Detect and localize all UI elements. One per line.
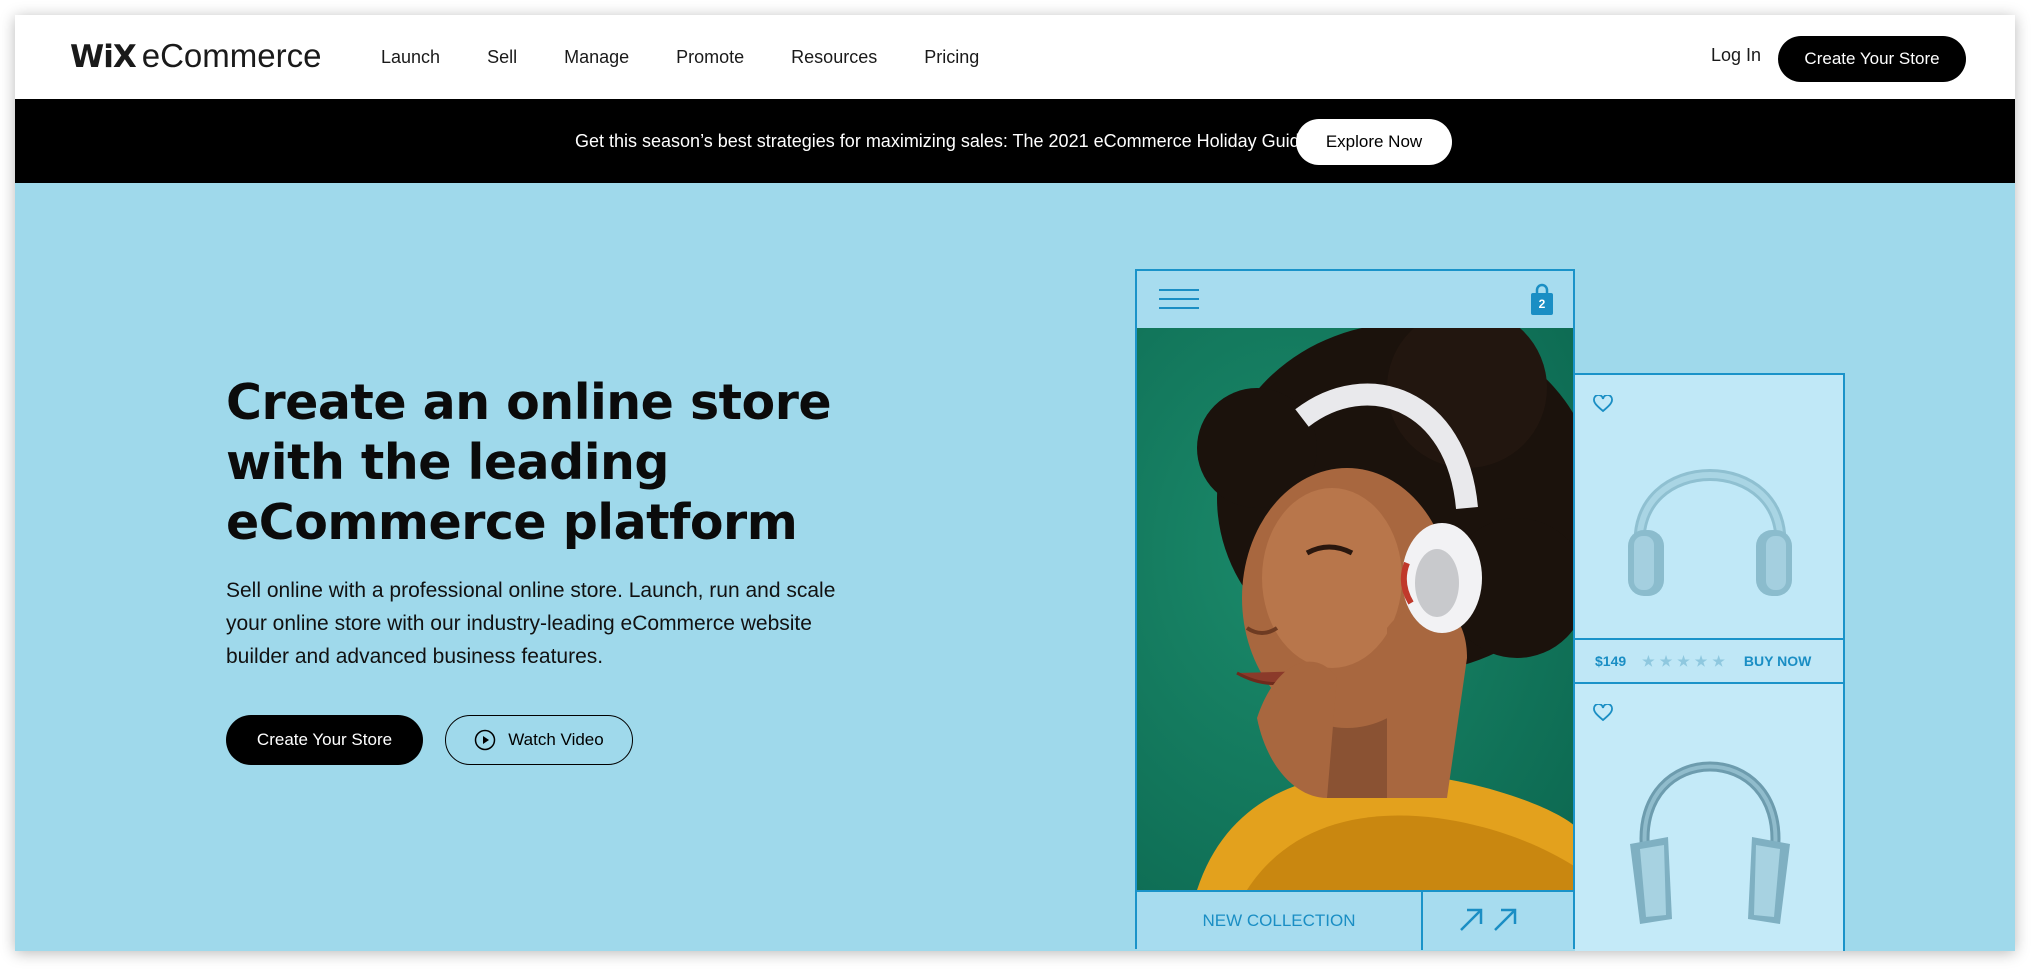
- mockup-bottom-bar: NEW COLLECTION: [1137, 890, 1573, 950]
- cart-count: 2: [1538, 297, 1546, 311]
- watch-video-button[interactable]: Watch Video: [445, 715, 633, 765]
- banner-text: Get this season’s best strategies for ma…: [575, 131, 1315, 151]
- nav-item-manage[interactable]: Manage: [564, 47, 629, 68]
- nav-item-sell[interactable]: Sell: [487, 47, 517, 68]
- heart-icon[interactable]: [1593, 395, 1613, 413]
- hero-subtitle: Sell online with a professional online s…: [226, 579, 836, 668]
- play-icon: [475, 729, 496, 751]
- main-nav: Launch Sell Manage Promote Resources Pri…: [381, 15, 1026, 99]
- nav-item-resources[interactable]: Resources: [791, 47, 877, 68]
- header-create-store-button[interactable]: Create Your Store: [1778, 36, 1966, 82]
- heart-icon[interactable]: [1593, 704, 1613, 722]
- mockup-topbar: 2: [1137, 271, 1573, 328]
- buy-now-button[interactable]: BUY NOW: [1744, 653, 1811, 669]
- nav-item-launch[interactable]: Launch: [381, 47, 440, 68]
- explore-now-button[interactable]: Explore Now: [1296, 119, 1452, 165]
- product-card[interactable]: [1575, 682, 1843, 951]
- page-frame: WiX eCommerce Launch Sell Manage Promote…: [15, 15, 2015, 951]
- rating-stars: ★★★★★: [1642, 652, 1730, 669]
- nav-item-pricing[interactable]: Pricing: [924, 47, 979, 68]
- nav-item-promote[interactable]: Promote: [676, 47, 744, 68]
- model-photo: [1137, 328, 1573, 890]
- hero-title: Create an online store with the leading …: [226, 374, 832, 551]
- store-mockup-main: 2 NEW COLLECTION: [1135, 269, 1575, 950]
- logo-text: eCommerce: [141, 37, 322, 74]
- login-link[interactable]: Log In: [1711, 45, 1761, 66]
- arrow-up-right-icon[interactable]: [1457, 906, 1517, 932]
- logo[interactable]: WiX eCommerce: [70, 37, 321, 77]
- product-cards: $149 ★★★★★ BUY NOW: [1575, 373, 1845, 951]
- product-price-row: $149 ★★★★★ BUY NOW: [1575, 638, 1843, 682]
- logo-mark: WiX: [70, 39, 137, 75]
- headphones-icon: [1628, 469, 1792, 596]
- watch-video-label: Watch Video: [508, 730, 604, 749]
- headphones-icon: [1630, 761, 1790, 924]
- shopping-bag-icon[interactable]: 2: [1529, 283, 1555, 317]
- menu-icon[interactable]: [1159, 287, 1199, 311]
- new-collection-link[interactable]: NEW COLLECTION: [1137, 892, 1423, 950]
- hero-create-store-button[interactable]: Create Your Store: [226, 715, 423, 765]
- product-price: $149: [1595, 653, 1627, 669]
- product-card[interactable]: [1575, 375, 1843, 638]
- promo-banner: Get this season’s best strategies for ma…: [15, 99, 2015, 183]
- header: WiX eCommerce Launch Sell Manage Promote…: [15, 15, 2015, 99]
